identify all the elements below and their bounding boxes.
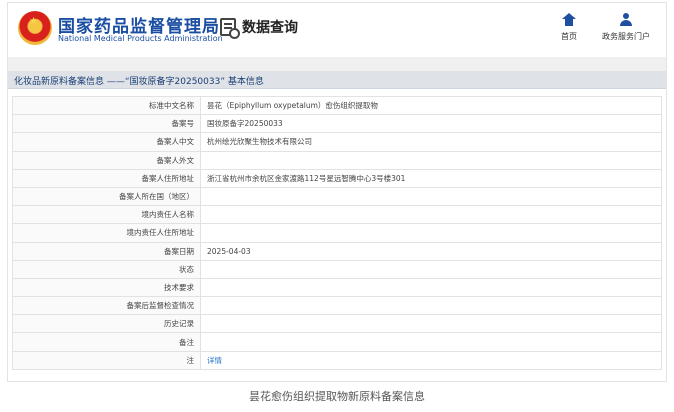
table-row: 境内责任人名称 bbox=[12, 205, 662, 225]
section-title: 化妆品新原料备案信息 ——“国妆原备字20250033” 基本信息 bbox=[14, 77, 264, 87]
record-detail-table: 标准中文名称 昙花（Epiphyllum oxypetalum）愈伤组织提取物 备案… bbox=[12, 95, 662, 370]
table-row: 技术要求 bbox=[12, 277, 662, 298]
home-icon bbox=[562, 13, 576, 27]
table-row: 注详情 bbox=[12, 350, 662, 370]
table-row: 备案人外文 bbox=[12, 150, 662, 170]
row-label: 备注 bbox=[12, 332, 201, 352]
nav-home[interactable]: 首页 bbox=[556, 13, 582, 42]
details-link[interactable]: 详情 bbox=[200, 350, 662, 370]
image-caption: 昙花愈伤组织提取物新原料备案信息 bbox=[249, 390, 425, 403]
nav-service-portal[interactable]: 政务服务门户 bbox=[596, 13, 656, 42]
row-label: 备案后监督检查情况 bbox=[12, 296, 201, 316]
row-value bbox=[200, 223, 662, 243]
row-label: 备案日期 bbox=[12, 241, 201, 261]
table-row: 备案后监督检查情况 bbox=[12, 296, 662, 316]
site-header: ★ 国家药品监督管理局 National Medical Products Ad… bbox=[8, 3, 666, 57]
row-value bbox=[200, 150, 662, 170]
site-subtitle: National Medical Products Administration bbox=[58, 34, 223, 43]
row-label: 备案人外文 bbox=[12, 150, 201, 170]
header-divider bbox=[8, 57, 666, 71]
row-label: 历史记录 bbox=[12, 314, 201, 334]
table-row: 境内责任人住所地址 bbox=[12, 223, 662, 243]
table-row: 备案号 国妆原备字20250033 bbox=[12, 114, 662, 134]
section-header: 化妆品新原料备案信息 ——“国妆原备字20250033” 基本信息 bbox=[8, 71, 666, 89]
row-label: 备案号 bbox=[12, 114, 201, 134]
row-label: 标准中文名称 bbox=[12, 95, 201, 116]
row-value bbox=[200, 186, 662, 207]
nav-service-portal-label: 政务服务门户 bbox=[602, 32, 650, 41]
table-row: 备案人住所地址 浙江省杭州市余杭区金家渡路112号星远智腾中心3号楼301 bbox=[12, 168, 662, 188]
data-query-label: 数据查询 bbox=[242, 20, 298, 36]
row-value bbox=[200, 277, 662, 298]
row-value bbox=[200, 259, 662, 279]
table-row: 历史记录 bbox=[12, 314, 662, 334]
row-value: 昙花（Epiphyllum oxypetalum）愈伤组织提取物 bbox=[200, 95, 662, 116]
row-label: 备案人中文 bbox=[12, 132, 201, 152]
row-label: 境内责任人名称 bbox=[12, 205, 201, 225]
row-value: 浙江省杭州市余杭区金家渡路112号星远智腾中心3号楼301 bbox=[200, 168, 662, 188]
row-value bbox=[200, 314, 662, 334]
row-value bbox=[200, 205, 662, 225]
row-label: 备案人所在国（地区） bbox=[12, 186, 201, 207]
table-row: 标准中文名称 昙花（Epiphyllum oxypetalum）愈伤组织提取物 bbox=[12, 95, 662, 116]
national-emblem-icon: ★ bbox=[18, 11, 52, 45]
page-frame: ★ 国家药品监督管理局 National Medical Products Ad… bbox=[7, 2, 667, 382]
table-row: 备案人中文 杭州绘光欣聚生物技术有限公司 bbox=[12, 132, 662, 152]
table-row: 备案日期 2025-04-03 bbox=[12, 241, 662, 261]
user-icon bbox=[619, 13, 633, 27]
table-row: 备注 bbox=[12, 332, 662, 352]
row-label: 备案人住所地址 bbox=[12, 168, 201, 188]
table-row: 备案人所在国（地区） bbox=[12, 186, 662, 207]
data-query-icon bbox=[220, 18, 240, 39]
row-value: 国妆原备字20250033 bbox=[200, 114, 662, 134]
table-row: 状态 bbox=[12, 259, 662, 279]
nav-home-label: 首页 bbox=[561, 32, 577, 41]
row-label: 状态 bbox=[12, 259, 201, 279]
row-value: 2025-04-03 bbox=[200, 241, 662, 261]
row-label: 境内责任人住所地址 bbox=[12, 223, 201, 243]
row-value bbox=[200, 296, 662, 316]
row-label: 技术要求 bbox=[12, 277, 201, 298]
row-label: 注 bbox=[12, 350, 201, 370]
row-value: 杭州绘光欣聚生物技术有限公司 bbox=[200, 132, 662, 152]
row-value bbox=[200, 332, 662, 352]
